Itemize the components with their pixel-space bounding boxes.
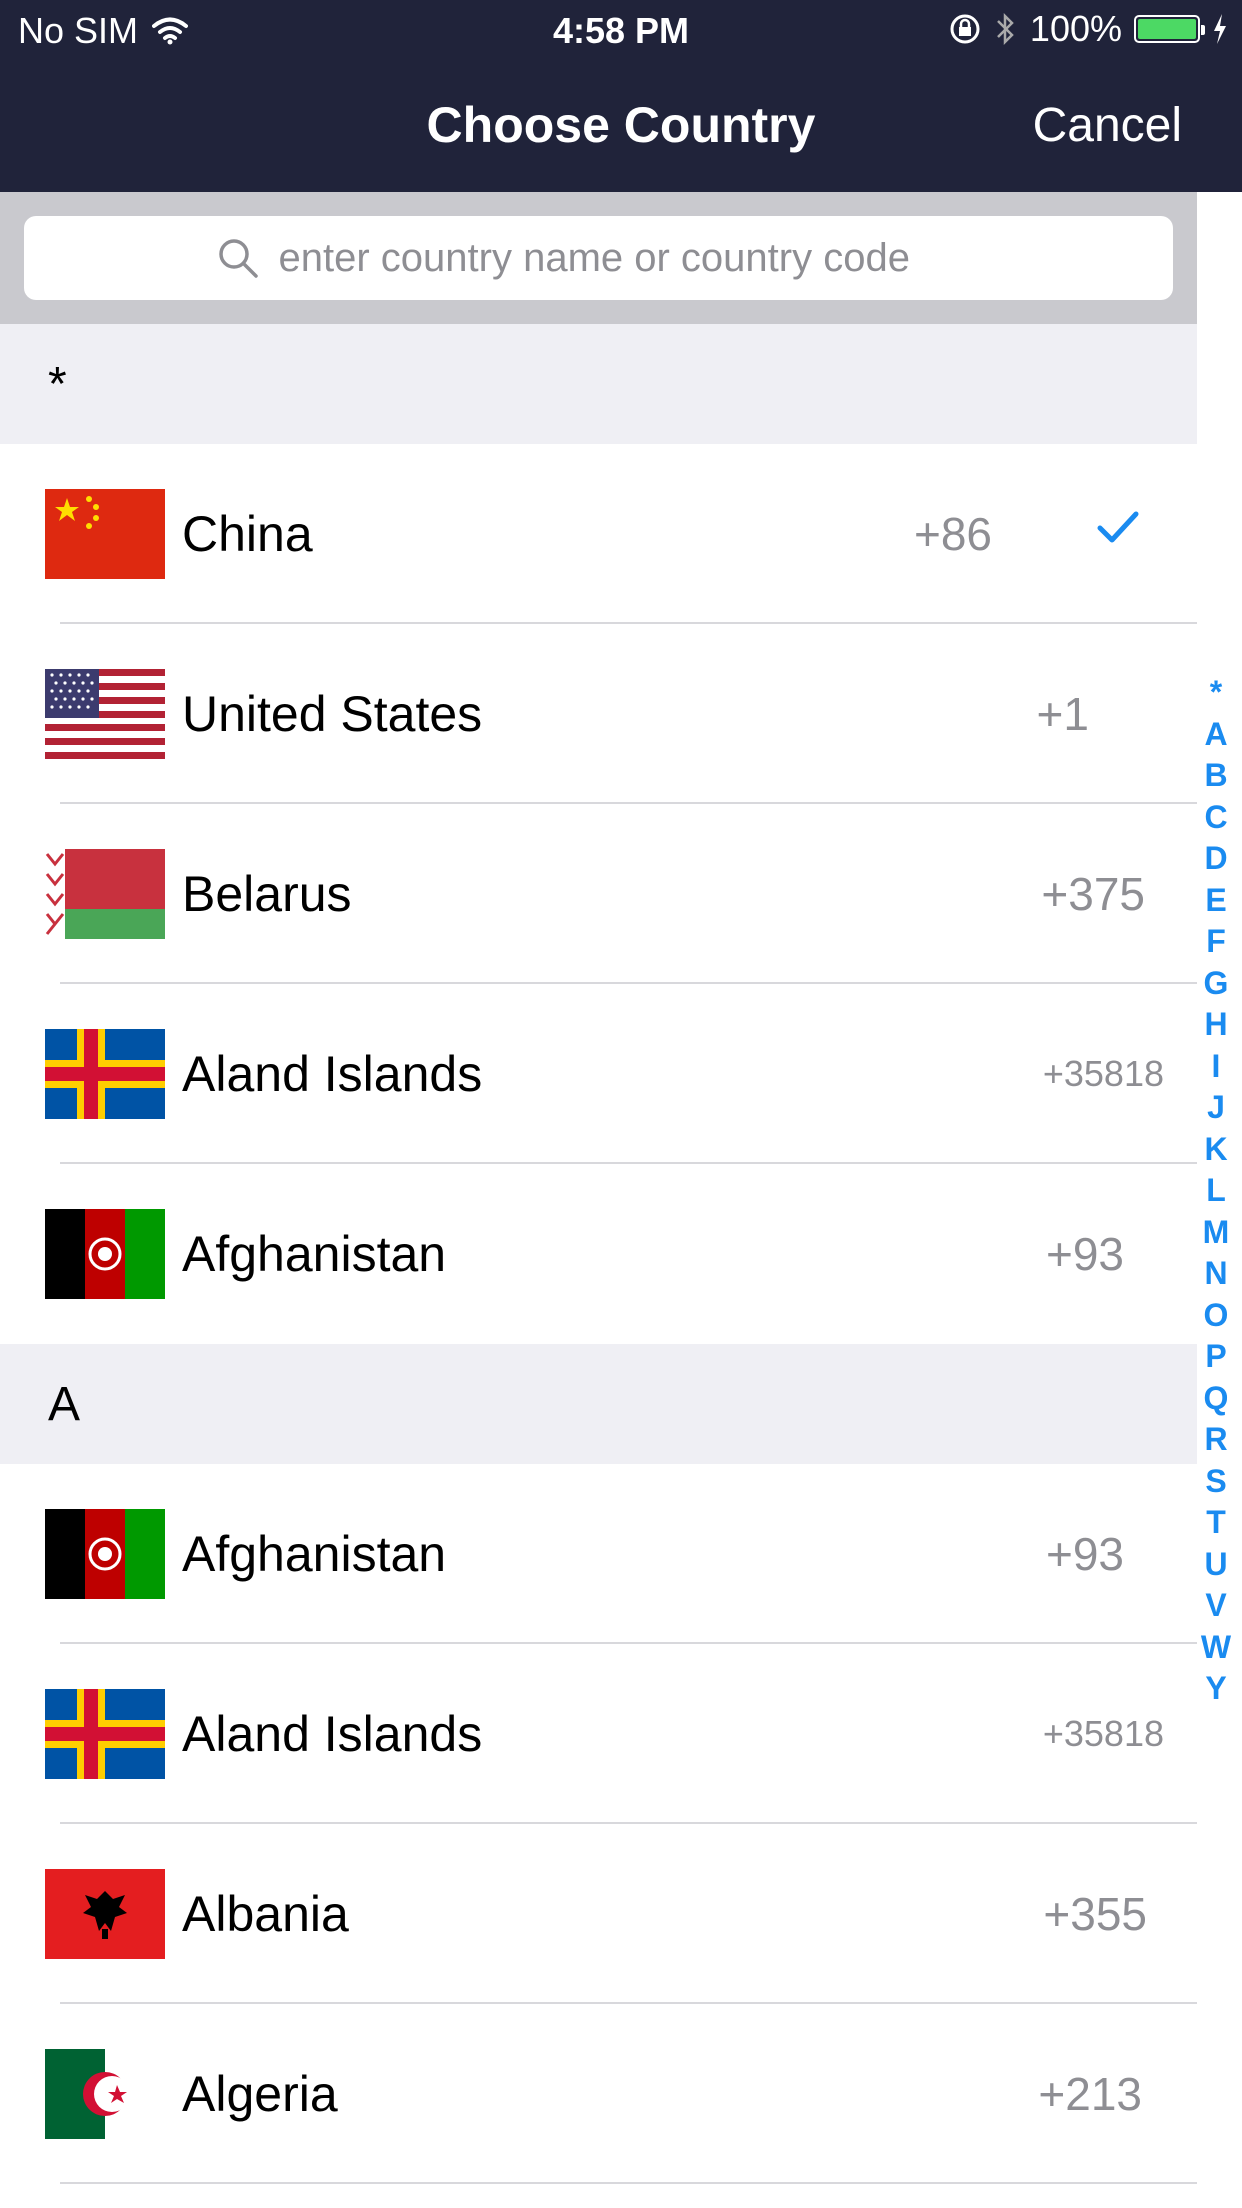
index-letter[interactable]: N [1204, 1253, 1227, 1295]
index-letter[interactable]: R [1204, 1419, 1227, 1461]
index-letter[interactable]: D [1204, 838, 1227, 880]
country-row-aland-islands[interactable]: Aland Islands +35818 [0, 984, 1197, 1164]
index-letter[interactable]: Q [1204, 1378, 1229, 1420]
country-row-afghanistan[interactable]: Afghanistan +93 [0, 1164, 1197, 1344]
alphabet-index[interactable]: * A B C D E F G H I J K L M N O P Q R S T U V W Y [1196, 672, 1236, 1710]
search-icon [218, 239, 258, 278]
country-name: Albania [182, 1886, 349, 1942]
flag-afghanistan-icon [45, 1509, 165, 1599]
country-name: Belarus [182, 866, 352, 922]
checkmark-icon [1097, 511, 1139, 543]
index-letter[interactable]: U [1204, 1544, 1227, 1586]
battery-icon [1134, 15, 1205, 43]
country-code: +93 [1045, 1228, 1124, 1280]
country-row-united-states[interactable]: United States +1 [0, 624, 1197, 804]
status-bar: No SIM 4:58 PM 100% [0, 0, 1242, 62]
navigation-bar: Choose Country Cancel [0, 62, 1242, 192]
country-list: * China +86 United States +1 Belarus +37… [0, 324, 1197, 2184]
country-code: +1 [1036, 688, 1089, 740]
country-name: Aland Islands [182, 1706, 483, 1762]
index-letter[interactable]: S [1205, 1461, 1226, 1503]
cancel-button[interactable]: Cancel [1033, 98, 1182, 153]
index-letter[interactable]: Y [1205, 1668, 1226, 1710]
battery-percent: 100% [1029, 8, 1122, 49]
country-name: Afghanistan [182, 1226, 447, 1282]
country-code: +213 [1038, 2068, 1142, 2120]
country-row-china[interactable]: China +86 [0, 444, 1197, 624]
index-letter[interactable]: P [1205, 1336, 1226, 1378]
index-letter[interactable]: O [1204, 1295, 1229, 1337]
index-letter[interactable]: C [1204, 797, 1227, 839]
country-name: Algeria [182, 2066, 338, 2122]
flag-algeria-icon [45, 2049, 165, 2139]
index-letter[interactable]: V [1205, 1585, 1226, 1627]
section-header-star: * [0, 324, 1197, 444]
country-name: Afghanistan [182, 1526, 447, 1582]
index-letter[interactable]: H [1204, 1004, 1227, 1046]
country-row-albania[interactable]: Albania +355 [0, 1824, 1197, 2004]
search-field[interactable] [24, 216, 1173, 300]
rotation-lock-icon [950, 14, 980, 44]
country-code: +93 [1045, 1528, 1124, 1580]
search-bar [0, 192, 1197, 324]
section-header-a: A [0, 1344, 1197, 1464]
index-letter[interactable]: L [1206, 1170, 1226, 1212]
index-letter[interactable]: F [1206, 921, 1226, 963]
bluetooth-icon [997, 12, 1014, 46]
flag-aland-islands-icon [45, 1689, 165, 1779]
country-name: China [182, 506, 313, 562]
flag-afghanistan-icon [45, 1209, 165, 1299]
search-input[interactable] [276, 234, 981, 282]
country-name: United States [182, 686, 483, 742]
country-code: +355 [1043, 1888, 1147, 1940]
flag-albania-icon [45, 1869, 165, 1959]
flag-united-states-icon [45, 669, 165, 759]
country-code: +35818 [1042, 1053, 1164, 1094]
charging-icon [1214, 14, 1226, 44]
country-code: +86 [913, 508, 992, 560]
flag-belarus-icon [45, 849, 165, 939]
index-letter[interactable]: T [1206, 1502, 1226, 1544]
country-code: +35818 [1042, 1713, 1164, 1754]
index-letter[interactable]: J [1207, 1087, 1225, 1129]
flag-aland-islands-icon [45, 1029, 165, 1119]
country-code: +375 [1041, 868, 1145, 920]
country-name: Aland Islands [182, 1046, 483, 1102]
country-row-algeria[interactable]: Algeria +213 [0, 2004, 1197, 2184]
country-row-afghanistan[interactable]: Afghanistan +93 [0, 1464, 1197, 1644]
flag-china-icon [45, 489, 165, 579]
index-letter[interactable]: K [1204, 1129, 1227, 1171]
index-letter[interactable]: I [1212, 1046, 1221, 1088]
country-row-belarus[interactable]: Belarus +375 [0, 804, 1197, 984]
index-letter[interactable]: A [1204, 714, 1227, 756]
country-row-aland-islands[interactable]: Aland Islands +35818 [0, 1644, 1197, 1824]
index-letter[interactable]: W [1201, 1627, 1231, 1669]
index-letter[interactable]: B [1204, 755, 1227, 797]
index-letter[interactable]: M [1203, 1212, 1230, 1254]
index-letter[interactable]: G [1204, 963, 1229, 1005]
index-letter[interactable]: E [1205, 880, 1226, 922]
index-letter[interactable]: * [1210, 672, 1222, 714]
